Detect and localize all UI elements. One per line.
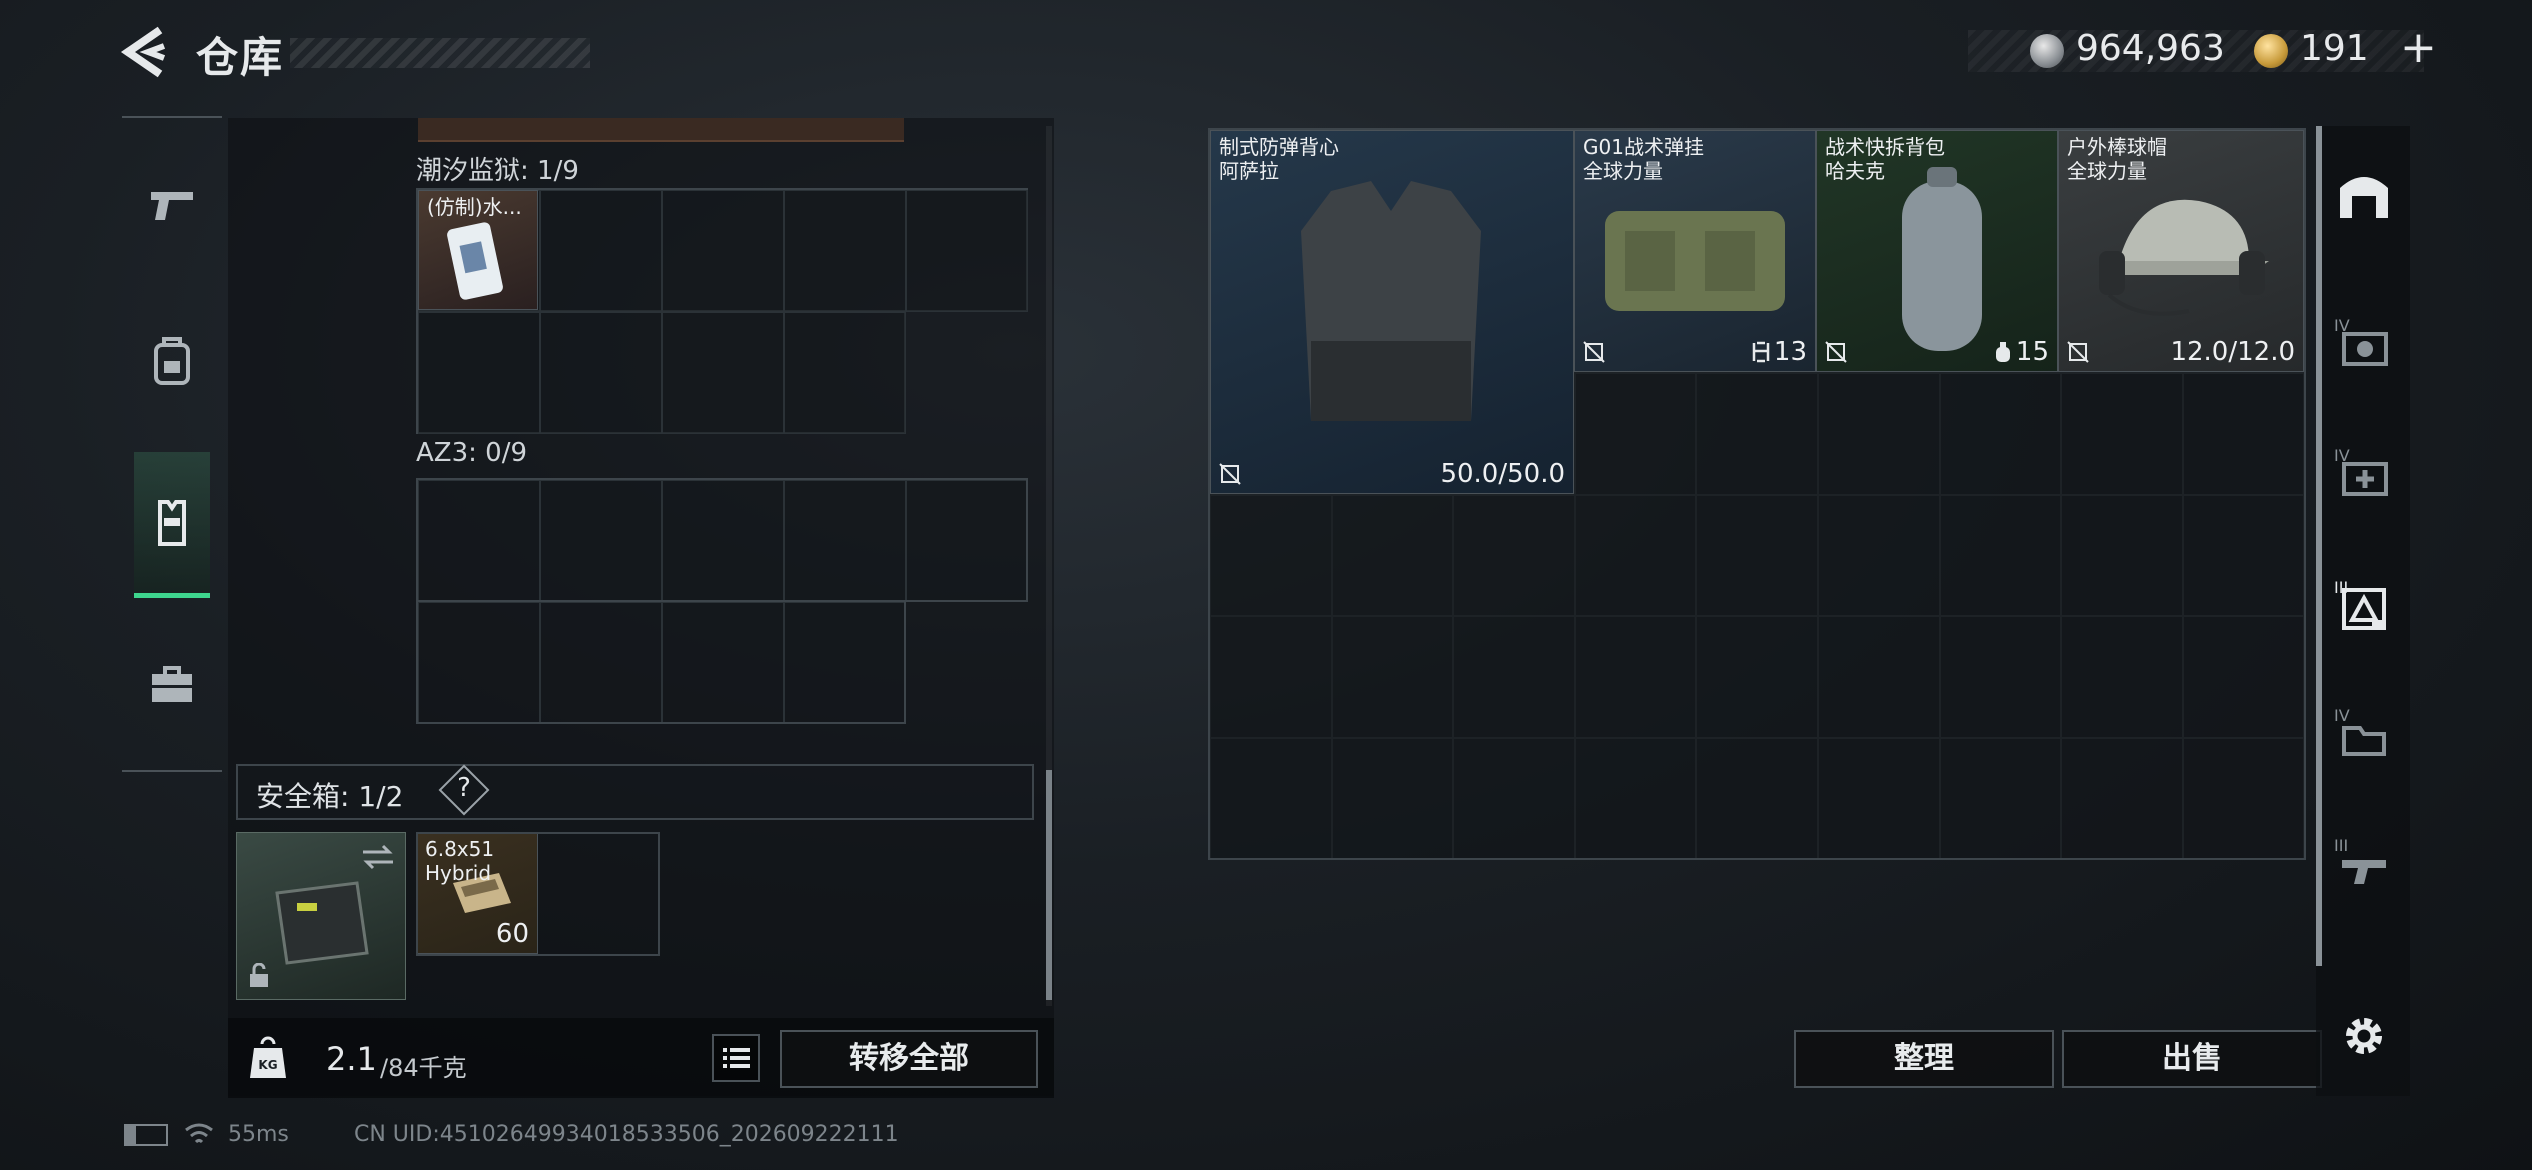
item-name: (仿制)水...	[427, 195, 522, 219]
title-decoration	[290, 38, 590, 68]
container-slot-cell[interactable]	[418, 312, 540, 434]
settings-icon	[2346, 1018, 2382, 1054]
transfer-all-button[interactable]: 转移全部	[780, 1030, 1038, 1088]
container-label-tide-prison: 潮汐监狱: 1/9	[416, 156, 579, 186]
vest-icon	[158, 499, 186, 546]
silver-coin-icon	[2030, 34, 2064, 68]
page-title: 仓库	[196, 33, 285, 82]
storage-item-vest[interactable]: 制式防弹背心 阿萨拉 50.0/50.0	[1210, 130, 1574, 494]
cap-headset-icon	[2099, 199, 2269, 316]
level-label: III	[2334, 836, 2349, 855]
container-slot-cell[interactable]	[662, 312, 784, 434]
warehouse-icon	[2340, 177, 2388, 218]
container-label-az3: AZ3: 0/9	[416, 438, 528, 468]
backpack-item-icon	[1902, 167, 1982, 351]
settings-button[interactable]	[2334, 1006, 2394, 1066]
pistol-icon	[151, 192, 193, 220]
item-capacity: 15	[2015, 337, 2049, 367]
container-grid-az3	[416, 478, 1028, 602]
tab-vest[interactable]	[134, 452, 210, 598]
tabs-divider-bottom	[122, 770, 222, 772]
help-icon: ?	[457, 773, 471, 803]
lock-icon	[250, 963, 268, 987]
uninsured-icon	[1219, 463, 1241, 485]
wifi-icon	[185, 1123, 213, 1144]
safebox-icon	[275, 881, 369, 965]
container-slot-cell[interactable]	[540, 190, 662, 312]
uninsured-icon	[1825, 341, 1847, 363]
sidebar-medkit-case[interactable]: IV	[2334, 446, 2394, 506]
storage-item-backpack[interactable]: 战术快拆背包 哈夫克 15	[1816, 130, 2058, 372]
uninsured-icon	[2067, 341, 2089, 363]
body-armor-icon	[1301, 181, 1481, 421]
level-label: III	[2334, 578, 2349, 597]
previous-container-edge	[418, 118, 904, 142]
gold-coin-icon	[2254, 34, 2288, 68]
briefcase-icon	[152, 666, 192, 702]
card-item-icon	[447, 222, 503, 300]
container-slot-cell[interactable]	[540, 312, 662, 434]
left-scrollbar-thumb[interactable]	[1046, 770, 1052, 1000]
safebox-label: 安全箱: 1/2	[256, 780, 404, 813]
list-icon	[723, 1048, 750, 1068]
item-durability: 12.0/12.0	[2170, 337, 2295, 367]
container-slot-cell[interactable]	[906, 190, 1028, 312]
uninsured-icon	[1583, 341, 1605, 363]
swap-icon	[363, 844, 393, 870]
level-label: IV	[2334, 706, 2350, 725]
sidebar-equipment-case[interactable]: III	[2334, 578, 2394, 638]
chevron-left-icon	[120, 26, 166, 78]
storage-item-chest-rig[interactable]: G01战术弹挂 全球力量 13	[1574, 130, 1816, 372]
organize-button[interactable]: 整理	[1794, 1030, 2054, 1088]
container-slot-cell[interactable]	[784, 312, 906, 434]
container-item-card[interactable]: (仿制)水...	[418, 190, 538, 310]
battery-icon	[124, 1124, 168, 1146]
ping-label: 55ms	[228, 1122, 289, 1147]
bag-capacity-icon	[1996, 342, 2010, 362]
safebox-grid	[416, 832, 660, 956]
sidebar-gun-case[interactable]: III	[2334, 836, 2394, 896]
sidebar-weapon-case[interactable]: IV	[2334, 316, 2394, 376]
container-grid-az3-row2	[416, 600, 906, 724]
item-capacity: 13	[1773, 337, 1807, 367]
uid-label: CN UID:45102649934018533506_202609222111	[354, 1122, 899, 1147]
list-view-button[interactable]	[712, 1034, 760, 1082]
tab-backpack[interactable]	[134, 314, 210, 410]
weight-icon-label: KG	[258, 1058, 278, 1072]
sidebar-ammo-case[interactable]: IV	[2334, 706, 2394, 766]
level-label: IV	[2334, 446, 2350, 465]
container-slot-cell[interactable]	[662, 190, 784, 312]
weight-current: 2.1	[326, 1040, 377, 1078]
backpack-icon	[154, 337, 190, 385]
add-currency-button[interactable]: +	[2400, 22, 2437, 73]
sidebar-scrollbar[interactable]	[2316, 126, 2322, 966]
item-durability: 50.0/50.0	[1440, 459, 1565, 489]
silver-balance: 964,963	[2076, 28, 2225, 69]
level-label: IV	[2334, 316, 2350, 335]
tabs-divider-top	[122, 116, 222, 118]
gold-balance: 191	[2300, 28, 2369, 69]
back-button[interactable]	[118, 26, 174, 78]
weight-max: /84千克	[380, 1054, 467, 1082]
safebox-case[interactable]	[236, 832, 406, 1000]
sidebar-warehouse[interactable]	[2334, 166, 2394, 226]
storage-item-cap[interactable]: 户外棒球帽 全球力量 12.0/12.0	[2058, 130, 2304, 372]
tab-pistol[interactable]	[134, 158, 210, 254]
chest-rig-icon	[1605, 211, 1785, 311]
magazine-capacity-icon	[1752, 341, 1770, 363]
item-name: G01战术弹挂 全球力量	[1583, 135, 1704, 183]
sell-button[interactable]: 出售	[2062, 1030, 2322, 1088]
container-slot-cell[interactable]	[784, 190, 906, 312]
tab-briefcase[interactable]	[134, 636, 210, 732]
